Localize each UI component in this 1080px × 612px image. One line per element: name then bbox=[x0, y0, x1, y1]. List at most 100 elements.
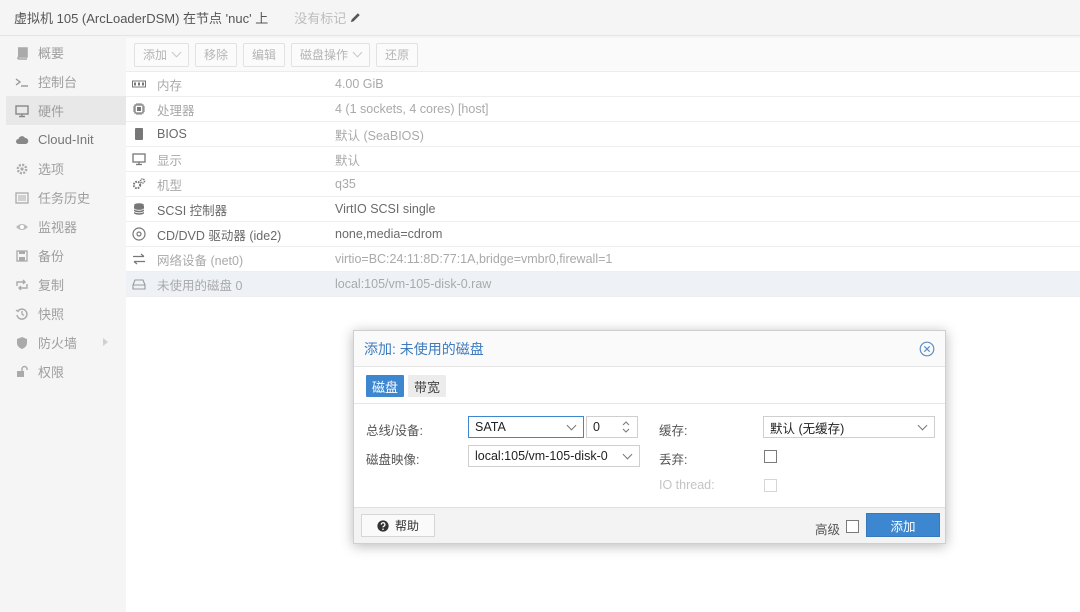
sidebar-item-console[interactable]: 控制台 bbox=[6, 67, 126, 96]
hardware-name: CD/DVD 驱动器 (ide2) bbox=[157, 228, 282, 243]
hardware-name: 网络设备 (net0) bbox=[157, 253, 244, 268]
bus-select-value: SATA bbox=[475, 420, 506, 434]
io-thread-label: IO thread: bbox=[659, 478, 715, 492]
hardware-row-memory[interactable]: 内存 4.00 GiB bbox=[126, 72, 1080, 97]
hardware-row-cdrom[interactable]: CD/DVD 驱动器 (ide2) none,media=cdrom bbox=[126, 222, 1080, 247]
sidebar-item-label: 快照 bbox=[38, 307, 65, 322]
hardware-toolbar: 添加 移除 编辑 磁盘操作 还原 bbox=[126, 38, 1080, 72]
cpu-icon bbox=[131, 102, 147, 116]
help-button[interactable]: 帮助 bbox=[361, 514, 435, 537]
hardware-name: 内存 bbox=[157, 78, 183, 93]
cloud-icon bbox=[14, 132, 30, 148]
question-circle-icon bbox=[377, 519, 389, 532]
add-confirm-button[interactable]: 添加 bbox=[866, 513, 940, 537]
sidebar-item-permissions[interactable]: 权限 bbox=[6, 357, 126, 386]
add-confirm-label: 添加 bbox=[890, 519, 916, 534]
hardware-row-display[interactable]: 显示 默认 bbox=[126, 147, 1080, 172]
sidebar-item-label: 防火墙 bbox=[38, 336, 78, 351]
sidebar-item-label: 复制 bbox=[38, 278, 65, 293]
add-unused-disk-dialog: 添加: 未使用的磁盘 磁盘 带宽 总线/设备: SATA 0 磁盘映像: loc… bbox=[353, 330, 946, 544]
disk-image-value: local:105/vm-105-disk-0 bbox=[475, 449, 608, 463]
sidebar-item-options[interactable]: 选项 bbox=[6, 154, 126, 183]
tags-link[interactable]: 没有标记 bbox=[294, 8, 361, 27]
dialog-title: 添加: 未使用的磁盘 bbox=[364, 340, 484, 357]
add-button-label: 添加 bbox=[143, 48, 168, 62]
sidebar-item-cloud-init[interactable]: Cloud-Init bbox=[6, 125, 126, 154]
sidebar-item-hardware[interactable]: 硬件 bbox=[6, 96, 126, 125]
sidebar-item-replication[interactable]: 复制 bbox=[6, 270, 126, 299]
sidebar-item-label: 权限 bbox=[38, 365, 65, 380]
disk-image-select[interactable]: local:105/vm-105-disk-0 bbox=[468, 445, 640, 467]
memory-icon bbox=[131, 77, 147, 91]
hardware-name: 未使用的磁盘 0 bbox=[157, 278, 243, 293]
remove-button-label: 移除 bbox=[204, 48, 229, 62]
sidebar-item-firewall[interactable]: 防火墙 bbox=[6, 328, 126, 357]
edit-button[interactable]: 编辑 bbox=[243, 42, 286, 67]
monitor-icon bbox=[14, 103, 30, 119]
chevron-down-icon bbox=[566, 420, 577, 431]
help-button-label: 帮助 bbox=[394, 519, 419, 533]
cache-select[interactable]: 默认 (无缓存) bbox=[763, 416, 935, 438]
add-button[interactable]: 添加 bbox=[134, 42, 190, 67]
advanced-checkbox[interactable] bbox=[846, 520, 859, 533]
tab-disk[interactable]: 磁盘 bbox=[366, 375, 405, 397]
page-header: 虚拟机 105 (ArcLoaderDSM) 在节点 'nuc' 上 没有标记 bbox=[0, 0, 1080, 36]
database-icon bbox=[131, 202, 147, 216]
device-number-spinner[interactable]: 0 bbox=[586, 416, 638, 438]
spinner-arrows-icon[interactable] bbox=[621, 420, 631, 434]
exchange-icon bbox=[131, 252, 147, 266]
hardware-row-network[interactable]: 网络设备 (net0) virtio=BC:24:11:8D:77:1A,bri… bbox=[126, 247, 1080, 272]
tags-label: 没有标记 bbox=[294, 11, 347, 26]
dialog-title-bar: 添加: 未使用的磁盘 bbox=[354, 331, 945, 367]
expand-arrow-icon[interactable] bbox=[103, 338, 108, 346]
hardware-row-scsi[interactable]: SCSI 控制器 VirtIO SCSI single bbox=[126, 197, 1080, 222]
hardware-row-machine[interactable]: 机型 q35 bbox=[126, 172, 1080, 197]
sidebar-item-task-history[interactable]: 任务历史 bbox=[6, 183, 126, 212]
sidebar-item-label: 任务历史 bbox=[38, 191, 91, 206]
sidebar-item-summary[interactable]: 概要 bbox=[6, 38, 126, 67]
sidebar-item-backup[interactable]: 备份 bbox=[6, 241, 126, 270]
hardware-name: 机型 bbox=[157, 178, 183, 193]
hdd-icon bbox=[131, 277, 147, 291]
hardware-name: 显示 bbox=[157, 153, 183, 168]
retweet-icon bbox=[14, 277, 30, 293]
bus-select[interactable]: SATA bbox=[468, 416, 584, 438]
tab-disk-label: 磁盘 bbox=[372, 379, 399, 395]
chevron-down-icon bbox=[622, 449, 633, 460]
discard-checkbox[interactable] bbox=[764, 450, 777, 463]
disk-action-button[interactable]: 磁盘操作 bbox=[291, 42, 371, 67]
remove-button[interactable]: 移除 bbox=[195, 42, 238, 67]
io-thread-checkbox[interactable] bbox=[764, 479, 777, 492]
hardware-name: SCSI 控制器 bbox=[157, 203, 228, 218]
tab-bandwidth-label: 带宽 bbox=[414, 379, 441, 395]
list-icon bbox=[14, 190, 30, 206]
hardware-value: 4 (1 sockets, 4 cores) [host] bbox=[335, 102, 489, 116]
hardware-value: 默认 (SeaBIOS) bbox=[335, 128, 424, 143]
hardware-row-unused-disk[interactable]: 未使用的磁盘 0 local:105/vm-105-disk-0.raw bbox=[126, 272, 1080, 297]
sidebar-item-snapshots[interactable]: 快照 bbox=[6, 299, 126, 328]
display-icon bbox=[131, 152, 147, 166]
sidebar-item-label: 概要 bbox=[38, 46, 65, 61]
revert-button[interactable]: 还原 bbox=[376, 42, 419, 67]
terminal-icon bbox=[14, 74, 30, 90]
advanced-label: 高级 bbox=[815, 523, 841, 537]
tab-bandwidth[interactable]: 带宽 bbox=[408, 375, 447, 397]
page-title: 虚拟机 105 (ArcLoaderDSM) 在节点 'nuc' 上 bbox=[14, 11, 269, 26]
hardware-row-cpu[interactable]: 处理器 4 (1 sockets, 4 cores) [host] bbox=[126, 97, 1080, 122]
dialog-tabs: 磁盘 带宽 bbox=[354, 367, 945, 403]
hardware-value: virtio=BC:24:11:8D:77:1A,bridge=vmbr0,fi… bbox=[335, 252, 613, 266]
hardware-row-bios[interactable]: BIOS 默认 (SeaBIOS) bbox=[126, 122, 1080, 147]
sidebar-item-label: 监视器 bbox=[38, 220, 78, 235]
close-icon[interactable] bbox=[919, 341, 935, 357]
cdrom-icon bbox=[131, 227, 147, 241]
book-icon bbox=[14, 45, 30, 61]
shield-icon bbox=[14, 335, 30, 351]
chevron-down-icon bbox=[917, 420, 928, 431]
sidebar-item-label: 硬件 bbox=[38, 104, 65, 119]
disk-action-label: 磁盘操作 bbox=[300, 48, 349, 62]
cache-label: 缓存: bbox=[659, 424, 688, 438]
pencil-icon bbox=[351, 13, 360, 23]
hardware-list: 内存 4.00 GiB 处理器 4 (1 sockets, 4 cores) [… bbox=[126, 72, 1080, 297]
sidebar-item-monitor[interactable]: 监视器 bbox=[6, 212, 126, 241]
hardware-name: BIOS bbox=[157, 127, 187, 141]
